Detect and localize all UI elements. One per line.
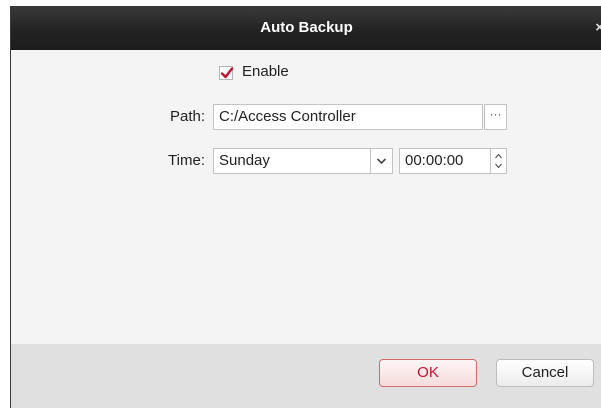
caret-up-icon[interactable] [491, 149, 506, 161]
close-icon[interactable]: × [595, 6, 601, 50]
title-bar[interactable]: Auto Backup × [11, 6, 601, 50]
ellipsis-icon[interactable]: ··· [484, 104, 507, 130]
day-select[interactable]: Sunday [213, 148, 371, 174]
cancel-button[interactable]: Cancel [496, 359, 594, 387]
path-field[interactable]: C:/Access Controller [213, 104, 483, 130]
enable-checkbox[interactable] [219, 66, 234, 80]
checkmark-icon [220, 67, 234, 79]
path-label: Path: [169, 108, 205, 125]
caret-down-icon[interactable] [491, 161, 506, 173]
time-field[interactable]: 00:00:00 [399, 148, 491, 174]
day-dropdown-button[interactable] [370, 148, 393, 174]
dialog-content [11, 50, 601, 344]
dialog-title: Auto Backup [260, 19, 353, 36]
time-label: Time: [168, 152, 205, 169]
time-spinner[interactable] [490, 148, 507, 174]
ok-button[interactable]: OK [379, 359, 477, 387]
enable-label: Enable [242, 63, 289, 80]
chevron-down-icon [376, 158, 387, 165]
auto-backup-dialog: Auto Backup × Enable Path: C:/Access Con… [10, 6, 601, 408]
